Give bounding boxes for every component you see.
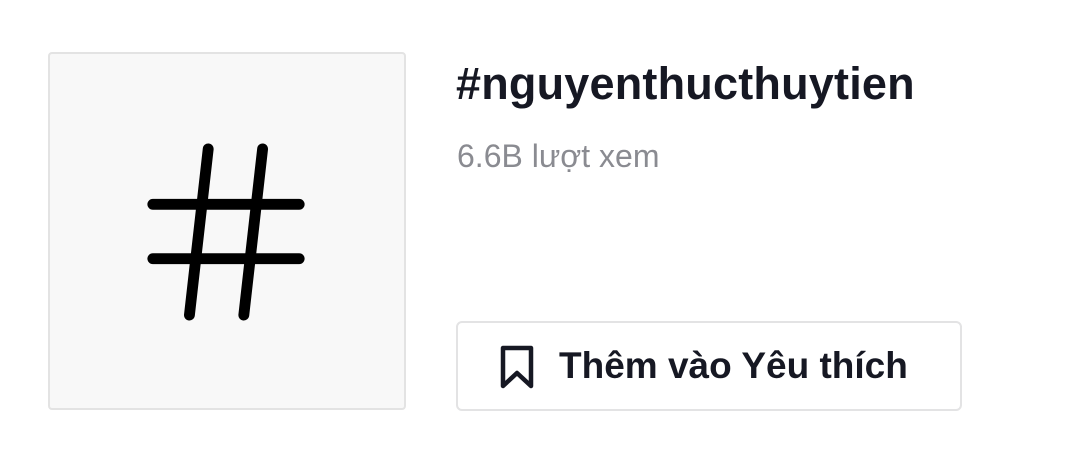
add-to-favorites-label: Thêm vào Yêu thích	[559, 345, 908, 386]
hashtag-header: #nguyenthucthuytien 6.6B lượt xem Thêm v…	[0, 0, 1080, 472]
add-to-favorites-button[interactable]: Thêm vào Yêu thích	[456, 321, 962, 411]
hash-icon	[147, 143, 305, 321]
bookmark-icon	[500, 345, 534, 389]
hashtag-title: #nguyenthucthuytien	[456, 58, 915, 109]
hashtag-cover	[48, 52, 406, 410]
view-count: 6.6B lượt xem	[457, 138, 660, 174]
